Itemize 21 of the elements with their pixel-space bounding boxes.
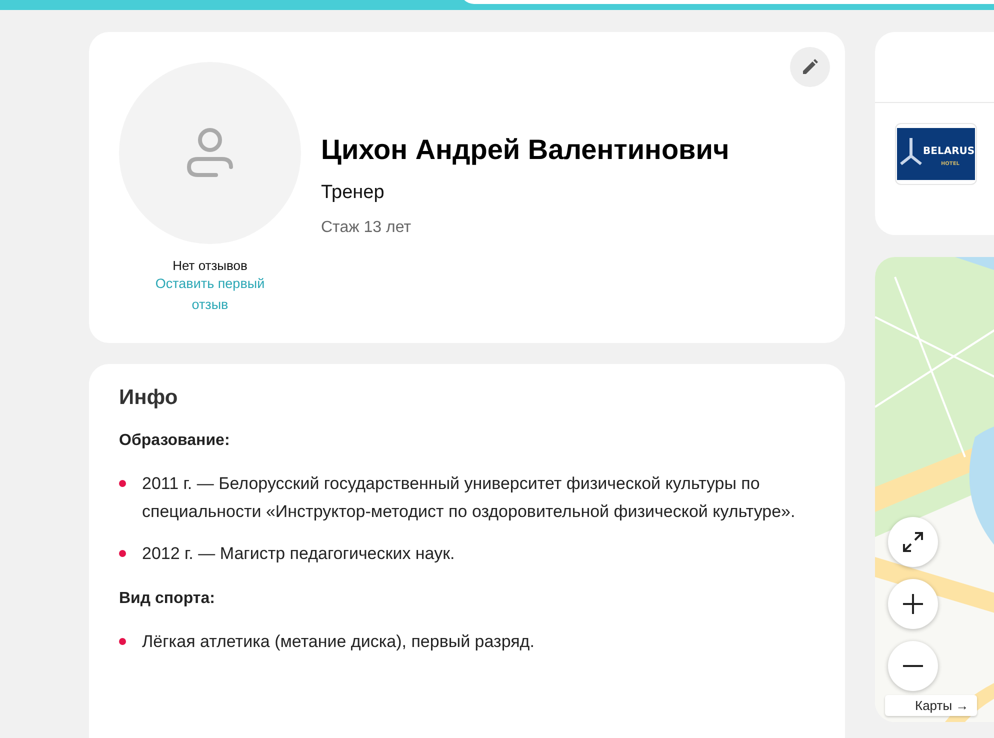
expand-icon xyxy=(902,531,924,553)
map[interactable]: Карты → xyxy=(875,257,994,722)
coach-role: Тренер xyxy=(321,182,386,204)
bullet-icon xyxy=(119,550,126,557)
section-heading: Вид спорта: xyxy=(119,590,216,608)
pencil-icon xyxy=(802,59,818,75)
plus-icon xyxy=(902,593,924,615)
section-title: Инфо xyxy=(119,386,179,410)
reviews-status: Нет отзывов xyxy=(172,258,248,273)
list-item: Лёгкая атлетика (метание диска), первый разряд. xyxy=(142,631,536,653)
bullet-icon xyxy=(119,638,126,645)
bullet-icon xyxy=(119,480,126,487)
section-heading: Образование: xyxy=(119,432,231,450)
experience: Стаж 13 лет xyxy=(321,219,412,237)
minus-icon xyxy=(902,664,924,668)
maps-link[interactable]: Карты → xyxy=(885,695,977,716)
user-icon xyxy=(186,127,234,179)
edit-button[interactable] xyxy=(790,47,830,87)
coach-name: Цихон Андрей Валентинович xyxy=(321,134,730,166)
list-item: 2011 г. — Белорусский государственный университет физической культуры по специальности «Инструктор-методист по оздоровительной физической культуре». xyxy=(142,473,796,523)
list-item: 2012 г. — Магистр педагогических наук. xyxy=(142,543,456,565)
